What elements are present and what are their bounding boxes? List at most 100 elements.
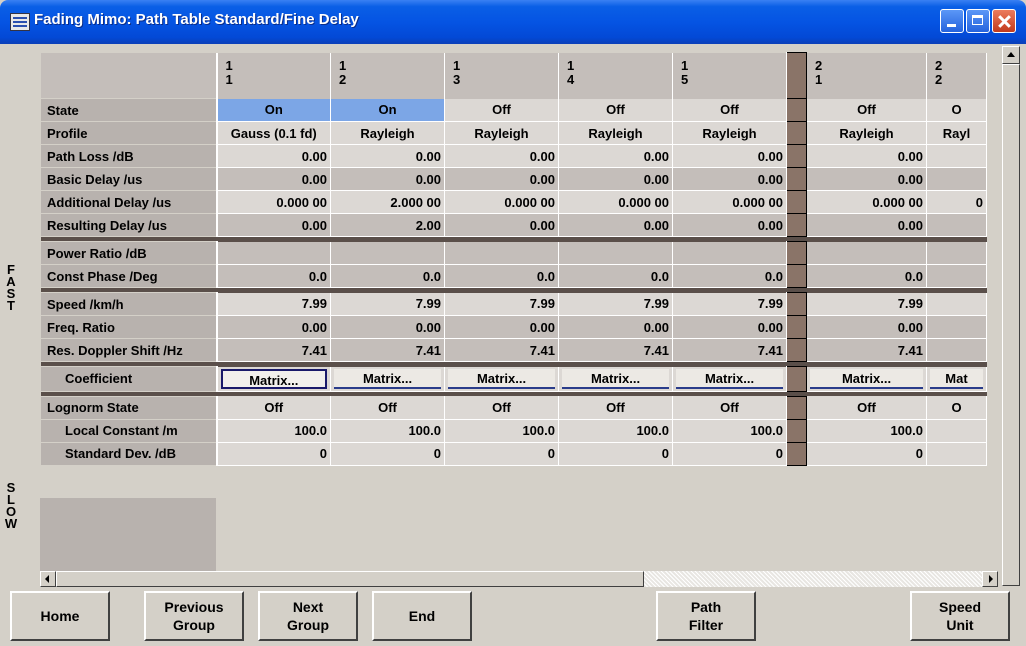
horizontal-scrollbar[interactable] [40, 571, 998, 587]
table-cell[interactable]: 0.00 [330, 167, 445, 191]
table-cell[interactable] [216, 241, 331, 265]
home-button[interactable]: Home [10, 591, 110, 641]
table-cell[interactable]: 0 [216, 442, 331, 466]
table-cell[interactable]: Off [672, 396, 787, 420]
table-cell[interactable]: 0.00 [216, 167, 331, 191]
table-cell[interactable]: 0.00 [330, 144, 445, 168]
table-cell[interactable]: Off [558, 396, 673, 420]
table-cell[interactable]: 0.0 [672, 264, 787, 288]
table-cell[interactable]: Off [806, 98, 927, 122]
table-cell[interactable]: 0.00 [672, 213, 787, 237]
table-cell[interactable]: Gauss (0.1 fd) [216, 121, 331, 145]
table-cell[interactable]: 7.99 [330, 292, 445, 316]
table-cell[interactable]: 0 [672, 442, 787, 466]
table-cell[interactable]: 0.00 [806, 167, 927, 191]
table-cell[interactable]: 0.00 [806, 213, 927, 237]
table-cell[interactable]: 0 [444, 442, 559, 466]
table-cell[interactable]: 7.41 [330, 338, 445, 362]
table-cell[interactable]: 7.99 [806, 292, 927, 316]
previous-group-button[interactable]: Previous Group [144, 591, 244, 641]
scroll-right-arrow-icon[interactable] [982, 571, 998, 587]
table-cell[interactable]: 0.0 [330, 264, 445, 288]
table-cell[interactable]: 0 [558, 442, 673, 466]
table-cell[interactable]: 0.00 [216, 213, 331, 237]
table-cell[interactable]: 7.41 [806, 338, 927, 362]
minimize-button[interactable] [940, 9, 964, 33]
table-cell[interactable]: 7.99 [444, 292, 559, 316]
table-cell[interactable]: 0 [926, 190, 987, 214]
table-cell[interactable]: 0.00 [672, 315, 787, 339]
table-cell[interactable]: Rayleigh [672, 121, 787, 145]
table-cell[interactable] [330, 241, 445, 265]
table-cell[interactable]: 0 [806, 442, 927, 466]
table-cell[interactable]: 0.000 00 [806, 190, 927, 214]
table-cell[interactable] [926, 442, 987, 466]
table-cell[interactable]: Off [330, 396, 445, 420]
table-cell[interactable]: Rayl [926, 121, 987, 145]
table-cell[interactable]: 0.00 [558, 315, 673, 339]
path-column-header[interactable]: 14 [558, 52, 673, 99]
table-cell[interactable]: 0.00 [558, 167, 673, 191]
table-cell[interactable]: 100.0 [558, 419, 673, 443]
path-filter-button[interactable]: Path Filter [656, 591, 756, 641]
table-cell[interactable]: 7.99 [216, 292, 331, 316]
coefficient-matrix-button[interactable]: Matrix... [562, 368, 669, 389]
coefficient-matrix-button[interactable]: Matrix... [676, 368, 783, 389]
table-cell[interactable]: Rayleigh [330, 121, 445, 145]
table-cell[interactable]: 0.0 [444, 264, 559, 288]
close-button[interactable] [992, 9, 1016, 33]
coefficient-matrix-button[interactable]: Mat [930, 368, 983, 389]
next-group-button[interactable]: Next Group [258, 591, 358, 641]
table-cell[interactable]: 100.0 [672, 419, 787, 443]
table-cell[interactable]: 0.0 [806, 264, 927, 288]
table-cell[interactable]: 7.99 [672, 292, 787, 316]
table-cell[interactable]: 0.00 [444, 167, 559, 191]
scroll-left-arrow-icon[interactable] [40, 571, 56, 587]
table-cell[interactable]: 0.000 00 [558, 190, 673, 214]
table-cell[interactable]: 7.99 [558, 292, 673, 316]
table-cell[interactable] [926, 144, 987, 168]
table-cell[interactable] [558, 241, 673, 265]
table-cell[interactable]: Off [558, 98, 673, 122]
table-cell[interactable] [444, 241, 559, 265]
table-cell[interactable]: 0.00 [330, 315, 445, 339]
table-cell[interactable]: 0.00 [558, 213, 673, 237]
table-cell[interactable] [926, 213, 987, 237]
table-cell[interactable]: Mat [926, 366, 987, 392]
scroll-up-arrow-icon[interactable] [1002, 46, 1020, 64]
table-cell[interactable] [926, 292, 987, 316]
table-cell[interactable] [926, 315, 987, 339]
table-cell[interactable]: Off [444, 396, 559, 420]
path-column-header[interactable]: 22 [926, 52, 987, 99]
table-cell[interactable]: 100.0 [330, 419, 445, 443]
table-cell[interactable] [926, 167, 987, 191]
table-cell[interactable]: Matrix... [216, 366, 331, 392]
table-cell[interactable]: 0.0 [216, 264, 331, 288]
table-cell[interactable]: Rayleigh [806, 121, 927, 145]
table-cell[interactable]: Off [444, 98, 559, 122]
table-cell[interactable]: 0.0 [558, 264, 673, 288]
table-cell[interactable]: Rayleigh [558, 121, 673, 145]
table-cell[interactable]: Matrix... [806, 366, 927, 392]
table-cell[interactable]: 7.41 [558, 338, 673, 362]
table-cell[interactable] [672, 241, 787, 265]
table-cell[interactable]: 0.00 [806, 315, 927, 339]
path-column-header[interactable]: 11 [216, 52, 331, 99]
coefficient-matrix-button[interactable]: Matrix... [810, 368, 923, 389]
table-cell[interactable]: On [216, 98, 331, 122]
table-cell[interactable]: O [926, 396, 987, 420]
title-bar[interactable]: Fading Mimo: Path Table Standard/Fine De… [0, 0, 1026, 44]
table-cell[interactable]: 0.000 00 [672, 190, 787, 214]
table-cell[interactable]: 0.00 [672, 144, 787, 168]
table-cell[interactable]: 0.00 [444, 315, 559, 339]
coefficient-matrix-button[interactable]: Matrix... [220, 368, 327, 389]
table-cell[interactable]: Matrix... [330, 366, 445, 392]
path-column-header[interactable]: 15 [672, 52, 787, 99]
table-cell[interactable] [926, 241, 987, 265]
path-column-header[interactable]: 13 [444, 52, 559, 99]
table-cell[interactable]: 7.41 [672, 338, 787, 362]
table-cell[interactable]: 0.00 [806, 144, 927, 168]
table-cell[interactable]: 2.00 [330, 213, 445, 237]
table-cell[interactable]: 0.00 [444, 144, 559, 168]
table-cell[interactable] [926, 264, 987, 288]
